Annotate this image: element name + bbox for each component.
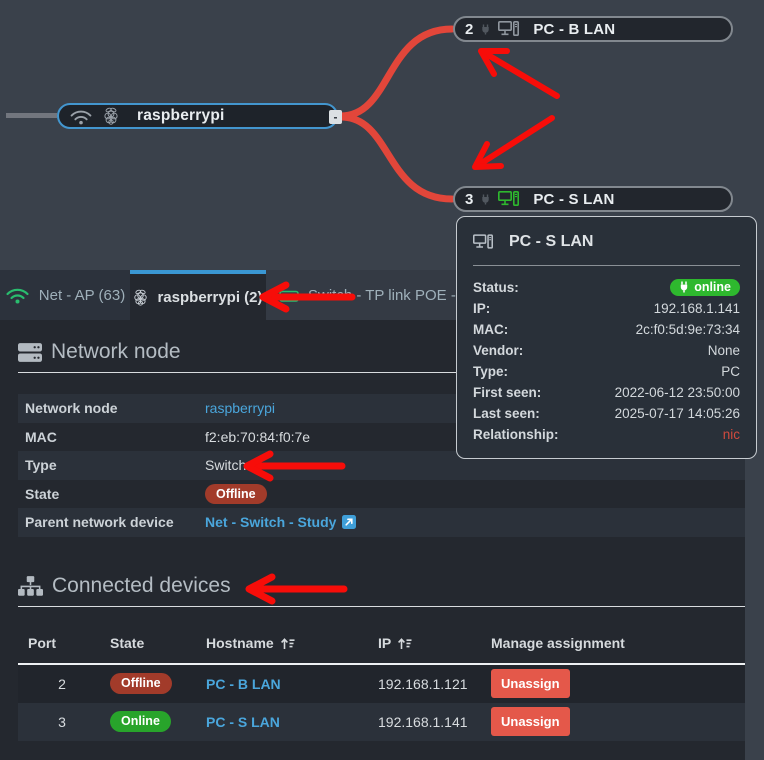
raspberry-pi-icon <box>103 107 119 125</box>
raspberry-pi-icon <box>133 289 148 306</box>
ip-cell: 192.168.1.121 <box>374 664 487 703</box>
detail-label: Type <box>25 457 205 473</box>
col-header-hostname[interactable]: Hostname <box>202 623 374 664</box>
port-plug-icon <box>480 24 491 35</box>
collapse-node-button[interactable]: - <box>329 110 342 124</box>
device-tooltip-pc-s-lan: PC - S LAN Status: online IP: 192.168.1.… <box>456 216 757 459</box>
topology-node-raspberrypi[interactable]: raspberrypi - <box>57 103 338 129</box>
detail-label: Network node <box>25 400 205 416</box>
detail-label: State <box>25 486 205 502</box>
tab-label: Net - AP (63) <box>39 287 125 304</box>
wifi-icon <box>5 286 30 304</box>
sort-icon[interactable] <box>280 637 295 650</box>
state-badge-offline: Offline <box>205 484 267 504</box>
connected-devices-table: Port State Hostname IP <box>18 623 745 741</box>
port-plug-icon <box>480 194 491 205</box>
topology-node-pc-s-lan[interactable]: 3 PC - S LAN <box>453 186 733 212</box>
pc-icon-online <box>498 191 519 207</box>
ip-cell: 192.168.1.141 <box>374 703 487 741</box>
section-title: Network node <box>51 340 181 364</box>
detail-row-parent: Parent network device Net - Switch - Stu… <box>18 508 745 537</box>
tab-raspberrypi-active[interactable]: raspberrypi (2) <box>130 270 266 320</box>
connected-devices-section-header: Connected devices <box>18 574 745 598</box>
tooltip-row-relationship: Relationship: nic <box>473 424 740 445</box>
state-badge-online: Online <box>110 711 171 731</box>
col-header-manage: Manage assignment <box>487 623 745 664</box>
state-badge-offline: Offline <box>110 673 172 693</box>
topology-node-pc-b-lan[interactable]: 2 PC - B LAN <box>453 16 733 42</box>
detail-label: Parent network device <box>25 514 205 530</box>
port-cell: 3 <box>18 703 106 741</box>
tooltip-row-status: Status: online <box>473 277 740 298</box>
pc-icon <box>473 234 493 250</box>
server-icon <box>18 342 42 363</box>
section-divider <box>18 606 745 607</box>
unassign-button[interactable]: Unassign <box>491 669 570 698</box>
sort-icon[interactable] <box>397 637 412 650</box>
pc-node-label: PC - B LAN <box>533 21 615 38</box>
network-node-link[interactable]: raspberrypi <box>205 400 275 416</box>
tooltip-row-vendor: Vendor: None <box>473 340 740 361</box>
port-number: 3 <box>465 191 473 208</box>
col-header-state: State <box>106 623 202 664</box>
tooltip-row-ip: IP: 192.168.1.141 <box>473 298 740 319</box>
tooltip-row-mac: MAC: 2c:f0:5d:9e:73:34 <box>473 319 740 340</box>
table-row-port-3: 3 Online PC - S LAN 192.168.1.141 Unassi… <box>18 703 745 741</box>
tab-label: raspberrypi (2) <box>157 289 262 306</box>
pc-node-label: PC - S LAN <box>533 191 614 208</box>
tooltip-device-name: PC - S LAN <box>509 233 593 251</box>
detail-label: MAC <box>25 429 205 445</box>
switch-icon <box>279 288 299 303</box>
tooltip-row-first-seen: First seen: 2022-06-12 23:50:00 <box>473 382 740 403</box>
parent-device-link[interactable]: Net - Switch - Study <box>205 514 336 530</box>
table-header-row: Port State Hostname IP <box>18 623 745 664</box>
col-header-ip[interactable]: IP <box>374 623 487 664</box>
tooltip-row-type: Type: PC <box>473 361 740 382</box>
root-node-label: raspberrypi <box>137 107 225 125</box>
type-value: Switch <box>205 457 246 473</box>
hostname-link[interactable]: PC - S LAN <box>206 714 280 730</box>
network-device-page: raspberrypi - 2 PC - B LAN 3 <box>0 0 764 760</box>
wifi-icon <box>69 108 93 125</box>
sitemap-icon <box>18 576 43 596</box>
plug-icon <box>679 281 689 293</box>
tooltip-divider <box>473 265 740 266</box>
table-row-port-2: 2 Offline PC - B LAN 192.168.1.121 Unass… <box>18 664 745 703</box>
online-badge: online <box>670 279 740 296</box>
detail-row-state: State Offline <box>18 480 745 509</box>
section-title: Connected devices <box>52 574 231 598</box>
port-cell: 2 <box>18 664 106 703</box>
port-number: 2 <box>465 21 473 38</box>
tab-net-ap[interactable]: Net - AP (63) <box>0 270 130 320</box>
mac-value: f2:eb:70:84:f0:7e <box>205 429 310 445</box>
tooltip-row-last-seen: Last seen: 2025-07-17 14:05:26 <box>473 403 740 424</box>
unassign-button[interactable]: Unassign <box>491 707 570 736</box>
pc-icon <box>498 21 519 37</box>
tooltip-title: PC - S LAN <box>473 231 740 251</box>
col-header-port: Port <box>18 623 106 664</box>
hostname-link[interactable]: PC - B LAN <box>206 676 281 692</box>
external-link-icon[interactable] <box>342 515 356 529</box>
